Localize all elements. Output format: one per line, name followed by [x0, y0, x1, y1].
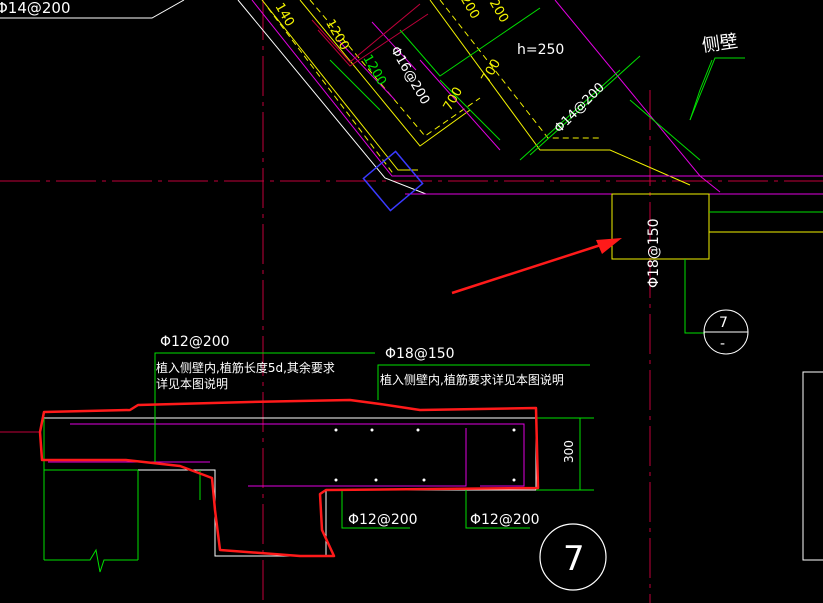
- dim-300-label: 300: [562, 440, 576, 463]
- detail-number-label: 7: [563, 539, 585, 579]
- rebar-18-150-vertical-label: Φ18@150: [646, 218, 662, 288]
- cad-drawing-canvas: Φ14@200 140 1200 1200 Φ16@200 200 200 70…: [0, 0, 823, 603]
- note-left-line2: 详见本图说明: [156, 376, 228, 391]
- h-250-label: h=250: [517, 42, 564, 58]
- bottom-rebar-left-label: Φ12@200: [348, 512, 418, 528]
- note-right-rebar-label: Φ18@150: [385, 346, 455, 362]
- note-right-line1: 植入侧壁内,植筋要求详见本图说明: [380, 372, 564, 387]
- top-left-rebar-label: Φ14@200: [0, 0, 71, 17]
- note-left-rebar-label: Φ12@200: [160, 334, 230, 350]
- bottom-rebar-right-label: Φ12@200: [470, 512, 540, 528]
- note-left-line1: 植入侧壁内,植筋长度5d,其余要求: [156, 360, 335, 375]
- detail-ref-bottom-text: -: [720, 336, 725, 352]
- detail-ref-top-number: 7: [719, 315, 728, 331]
